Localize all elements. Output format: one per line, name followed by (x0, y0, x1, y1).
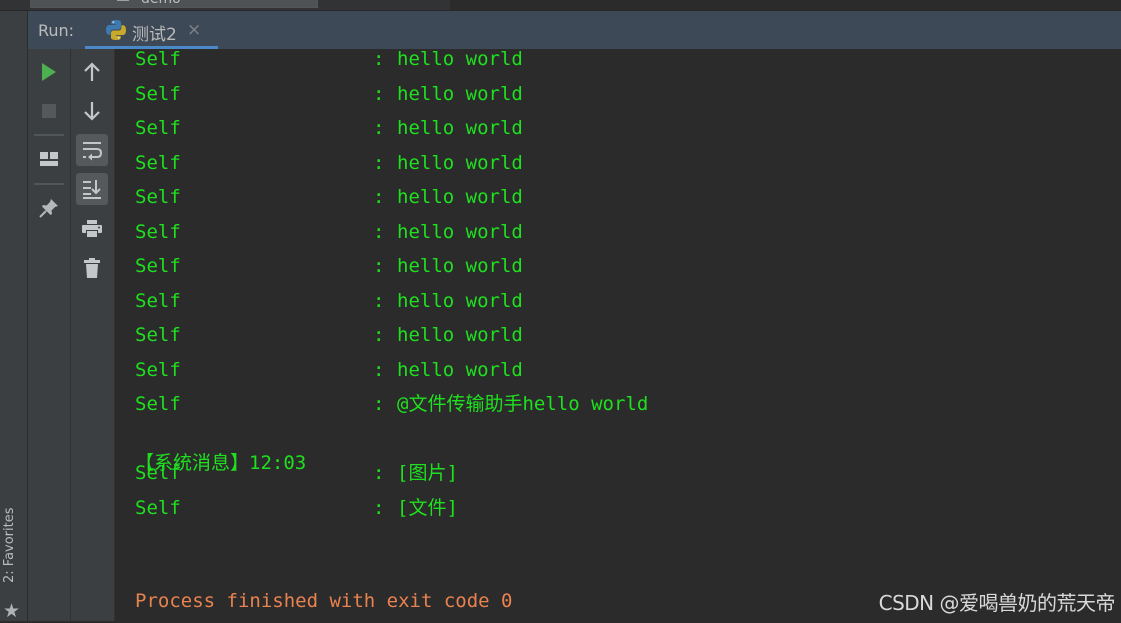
python-icon (106, 20, 126, 40)
console-line-sender: Self (135, 220, 181, 243)
console-line-colon: : (373, 496, 385, 519)
console-line-msg: hello world (397, 324, 523, 346)
pin-tab-button[interactable] (33, 192, 65, 224)
console-line-msg: hello world (397, 220, 523, 243)
process-finished-line: Process finished with exit code 0 (135, 565, 513, 612)
console-line-sender: Self (135, 82, 181, 105)
console-line-msg: [图片] (397, 462, 458, 484)
console-line-msg: hello world (397, 117, 523, 139)
run-toolbar-secondary (71, 49, 115, 621)
restore-layout-button[interactable] (33, 143, 65, 175)
console-line-sender: Self (135, 117, 181, 139)
up-stack-trace-button[interactable] (76, 56, 108, 88)
editor-tab-strip-empty (450, 0, 1121, 10)
console-line-sender: Self (135, 49, 181, 70)
console-line-colon: : (373, 289, 385, 312)
soft-wrap-icon (83, 142, 103, 161)
console-line-colon: : (373, 117, 385, 139)
layout-icon (40, 152, 58, 166)
run-label: Run: (38, 21, 75, 40)
console-line-sender: Self (135, 289, 181, 312)
console-line-sender: Self (135, 324, 181, 346)
console-line-colon: : (373, 358, 385, 381)
favorites-tool-button[interactable]: 2: Favorites ★ (2, 507, 24, 623)
favorites-label: 2: Favorites (2, 507, 17, 583)
arrow-up-icon (84, 62, 100, 81)
print-button[interactable] (76, 213, 108, 245)
console-line-colon: : (373, 393, 385, 415)
scroll-to-end-button[interactable] (76, 173, 108, 205)
close-icon[interactable]: × (187, 20, 201, 40)
run-toolbar-primary (28, 49, 71, 621)
console-line-sender: Self (135, 151, 181, 174)
system-message-line: 【系统消息】12:03 (135, 427, 306, 474)
trash-icon (84, 258, 100, 278)
console-line-colon: : (373, 462, 385, 484)
console-line-colon: : (373, 220, 385, 243)
console-line-msg: hello world (397, 358, 523, 381)
console-line-colon: : (373, 49, 385, 70)
editor-tab-label: demo (141, 0, 181, 7)
stop-button[interactable] (33, 95, 65, 127)
console-line-msg: hello world (397, 151, 523, 174)
star-icon: ★ (3, 600, 21, 622)
console-line-msg: hello world (397, 82, 523, 105)
rerun-button[interactable] (33, 56, 65, 88)
console-line-msg: [文件] (397, 496, 458, 519)
print-icon (82, 220, 102, 238)
process-finished-text: Process finished with exit code 0 (135, 590, 513, 612)
console-output[interactable]: Self: hello world Self: hello world Self: hel… (115, 49, 1121, 621)
run-icon (42, 63, 56, 81)
console-line-msg: hello world (397, 49, 523, 70)
document-icon (117, 0, 129, 1)
console-line-sender: Self (135, 186, 181, 208)
toolbar-separator (34, 134, 64, 136)
console-line-msg: hello world (397, 186, 523, 208)
run-tab-title: 测试2 (132, 25, 177, 45)
console-line-colon: : (373, 186, 385, 208)
run-tool-window-header: Run: 测试2 × (28, 11, 1121, 49)
toolbar-separator (34, 183, 64, 185)
run-tab[interactable]: 测试2 × (85, 11, 218, 49)
left-tool-stripe: 2: Favorites ★ (0, 11, 28, 621)
clear-all-button[interactable] (76, 252, 108, 284)
arrow-down-icon (84, 102, 100, 121)
console-line-sender: Self (135, 496, 181, 519)
scroll-to-end-icon (83, 180, 101, 199)
editor-tab-strip: demo (0, 0, 1121, 11)
console-line-sender: Self (135, 358, 181, 381)
console-line-sender: Self (135, 393, 181, 415)
stop-icon (42, 104, 56, 118)
console-line-colon: : (373, 324, 385, 346)
console-line-msg: @文件传输助手hello world (397, 393, 649, 415)
console-line-colon: : (373, 255, 385, 277)
console-line-msg: hello world (397, 289, 523, 312)
down-stack-trace-button[interactable] (76, 95, 108, 127)
console-line-msg: hello world (397, 255, 523, 277)
console-line-sender: Self (135, 462, 181, 484)
editor-tab-demo[interactable]: demo (30, 0, 318, 8)
console-line-sender: Self (135, 255, 181, 277)
console-line-colon: : (373, 151, 385, 174)
console-line-colon: : (373, 82, 385, 105)
pin-icon (39, 199, 58, 218)
watermark: CSDN @爱喝兽奶的荒天帝 (878, 591, 1116, 615)
soft-wrap-button[interactable] (76, 134, 108, 166)
